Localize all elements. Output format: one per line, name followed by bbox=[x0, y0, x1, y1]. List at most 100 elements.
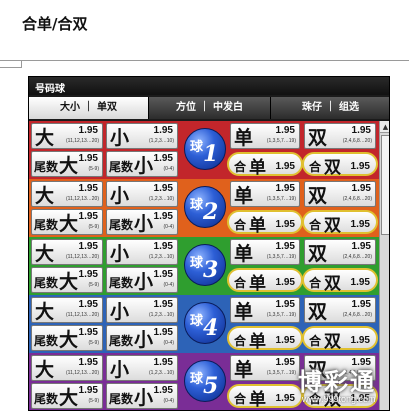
bet-even[interactable]: 双 1.95 (2,4,6,8…20) bbox=[304, 297, 376, 323]
big-label: 大 bbox=[59, 329, 79, 351]
bet-he-odd[interactable]: 合 单 1.95 bbox=[227, 152, 303, 178]
tab-big-small-odd-even[interactable]: 大小 ｜ 单双 bbox=[29, 97, 149, 119]
scroll-thumb[interactable] bbox=[381, 135, 389, 235]
ball-number-icon: 球 2 bbox=[184, 186, 226, 228]
even-label: 双 bbox=[308, 301, 328, 323]
bet-odd[interactable]: 单 1.95 (1,3,5,7…19) bbox=[230, 355, 300, 381]
small-label: 小 bbox=[134, 271, 154, 293]
odds-value: 1.95 bbox=[153, 153, 173, 164]
big-label: 大 bbox=[35, 243, 55, 265]
bet-he-even[interactable]: 合 双 1.95 bbox=[302, 152, 378, 178]
odd-label: 单 bbox=[249, 216, 266, 236]
bet-big[interactable]: 大 1.95 (11,12,13…20) bbox=[31, 355, 103, 381]
range-text: (2,4,6,8…20) bbox=[342, 138, 372, 144]
range-text: (11,12,13…20) bbox=[66, 254, 99, 260]
bet-even[interactable]: 双 1.95 (2,4,6,8…20) bbox=[304, 123, 376, 149]
ball-row-3: 大 1.95 (11,12,13…20) 小 1.95 (1,2,3…10) 尾… bbox=[29, 237, 379, 298]
bet-wei-big[interactable]: 尾数 大 1.95 (5-9) bbox=[31, 383, 103, 409]
bet-small[interactable]: 小 1.95 (1,2,3…10) bbox=[106, 181, 178, 207]
range-text: (0-4) bbox=[163, 282, 174, 288]
bet-wei-big[interactable]: 尾数 大 1.95 (5-9) bbox=[31, 267, 103, 293]
bet-he-odd[interactable]: 合 单 1.95 bbox=[227, 268, 303, 294]
odd-label: 单 bbox=[249, 332, 266, 352]
bet-wei-small[interactable]: 尾数 小 1.95 (0-4) bbox=[106, 151, 178, 177]
bet-wei-small[interactable]: 尾数 小 1.95 (0-4) bbox=[106, 325, 178, 351]
odd-label: 单 bbox=[234, 359, 254, 381]
wei-label: 尾数 bbox=[34, 334, 59, 348]
odds-value: 1.95 bbox=[351, 125, 371, 136]
odds-value: 1.95 bbox=[78, 357, 98, 368]
odds-value: 1.95 bbox=[350, 277, 370, 288]
range-text: (2,4,6,8…20) bbox=[342, 254, 372, 260]
bet-big[interactable]: 大 1.95 (11,12,13…20) bbox=[31, 123, 103, 149]
wei-label: 尾数 bbox=[109, 276, 134, 290]
bet-small[interactable]: 小 1.95 (1,2,3…10) bbox=[106, 355, 178, 381]
bet-wei-small[interactable]: 尾数 小 1.95 (0-4) bbox=[106, 383, 178, 409]
wei-label: 尾数 bbox=[34, 276, 59, 290]
odds-value: 1.95 bbox=[78, 125, 98, 136]
range-text: (11,12,13…20) bbox=[66, 370, 99, 376]
ball-label: 球 bbox=[190, 314, 204, 329]
bet-he-odd[interactable]: 合 单 1.95 bbox=[227, 384, 303, 410]
odds-value: 1.95 bbox=[351, 183, 371, 194]
range-text: (1,2,3…10) bbox=[148, 138, 174, 144]
bet-wei-big[interactable]: 尾数 大 1.95 (5-9) bbox=[31, 325, 103, 351]
bet-even[interactable]: 双 1.95 (2,4,6,8…20) bbox=[304, 181, 376, 207]
ball-number: 5 bbox=[203, 373, 219, 399]
odds-value: 1.95 bbox=[275, 357, 295, 368]
betting-panel: 号码球 大小 ｜ 单双 方位 ｜ 中发白 珠仔 ｜ 组选 大 1.95 (11,… bbox=[28, 76, 390, 411]
ball-label: 球 bbox=[190, 256, 204, 271]
odds-value: 1.95 bbox=[78, 385, 98, 396]
bet-even[interactable]: 双 1.95 (2,4,6,8…20) bbox=[304, 239, 376, 265]
odds-value: 1.95 bbox=[350, 219, 370, 230]
small-label: 小 bbox=[110, 185, 130, 207]
range-text: (1,3,5,7…19) bbox=[266, 370, 296, 376]
range-text: (1,2,3…10) bbox=[148, 254, 174, 260]
range-text: (1,2,3…10) bbox=[148, 370, 174, 376]
range-text: (5-9) bbox=[88, 224, 99, 230]
bet-odd[interactable]: 单 1.95 (1,3,5,7…19) bbox=[230, 181, 300, 207]
big-label: 大 bbox=[59, 387, 79, 409]
big-label: 大 bbox=[59, 213, 79, 235]
bet-wei-small[interactable]: 尾数 小 1.95 (0-4) bbox=[106, 209, 178, 235]
bet-wei-big[interactable]: 尾数 大 1.95 (5-9) bbox=[31, 209, 103, 235]
bet-he-odd[interactable]: 合 单 1.95 bbox=[227, 326, 303, 352]
range-text: (1,3,5,7…19) bbox=[266, 138, 296, 144]
odds-value: 1.95 bbox=[78, 269, 98, 280]
bet-odd[interactable]: 单 1.95 (1,3,5,7…19) bbox=[230, 239, 300, 265]
odds-value: 1.95 bbox=[275, 299, 295, 310]
tab-position-zhongfabai[interactable]: 方位 ｜ 中发白 bbox=[149, 97, 271, 119]
bet-small[interactable]: 小 1.95 (1,2,3…10) bbox=[106, 239, 178, 265]
bet-big[interactable]: 大 1.95 (11,12,13…20) bbox=[31, 239, 103, 265]
scroll-up-arrow-icon[interactable]: ▲ bbox=[380, 121, 389, 133]
bet-small[interactable]: 小 1.95 (1,2,3…10) bbox=[106, 123, 178, 149]
small-label: 小 bbox=[110, 359, 130, 381]
bet-he-even[interactable]: 合 双 1.95 bbox=[302, 326, 378, 352]
bet-odd[interactable]: 单 1.95 (1,3,5,7…19) bbox=[230, 123, 300, 149]
odds-value: 1.95 bbox=[351, 299, 371, 310]
odds-value: 1.95 bbox=[153, 269, 173, 280]
ball-number: 3 bbox=[203, 257, 219, 283]
tab-zhuzai-zuxuan[interactable]: 珠仔 ｜ 组选 bbox=[271, 97, 389, 119]
ball-row-4: 大 1.95 (11,12,13…20) 小 1.95 (1,2,3…10) 尾… bbox=[29, 295, 379, 356]
bet-wei-small[interactable]: 尾数 小 1.95 (0-4) bbox=[106, 267, 178, 293]
range-text: (0-4) bbox=[163, 224, 174, 230]
bet-small[interactable]: 小 1.95 (1,2,3…10) bbox=[106, 297, 178, 323]
even-label: 双 bbox=[308, 185, 328, 207]
bet-he-even[interactable]: 合 双 1.95 bbox=[302, 268, 378, 294]
range-text: (1,3,5,7…19) bbox=[266, 312, 296, 318]
he-label: 合 bbox=[309, 276, 322, 290]
range-text: (1,2,3…10) bbox=[148, 196, 174, 202]
range-text: (1,2,3…10) bbox=[148, 312, 174, 318]
big-label: 大 bbox=[35, 301, 55, 323]
bet-he-even[interactable]: 合 双 1.95 bbox=[302, 210, 378, 236]
bet-wei-big[interactable]: 尾数 大 1.95 (5-9) bbox=[31, 151, 103, 177]
bet-he-odd[interactable]: 合 单 1.95 bbox=[227, 210, 303, 236]
bet-big[interactable]: 大 1.95 (11,12,13…20) bbox=[31, 297, 103, 323]
bet-odd[interactable]: 单 1.95 (1,3,5,7…19) bbox=[230, 297, 300, 323]
big-label: 大 bbox=[59, 155, 79, 177]
bet-big[interactable]: 大 1.95 (11,12,13…20) bbox=[31, 181, 103, 207]
odds-value: 1.95 bbox=[275, 393, 295, 404]
odds-value: 1.95 bbox=[351, 241, 371, 252]
small-label: 小 bbox=[110, 243, 130, 265]
